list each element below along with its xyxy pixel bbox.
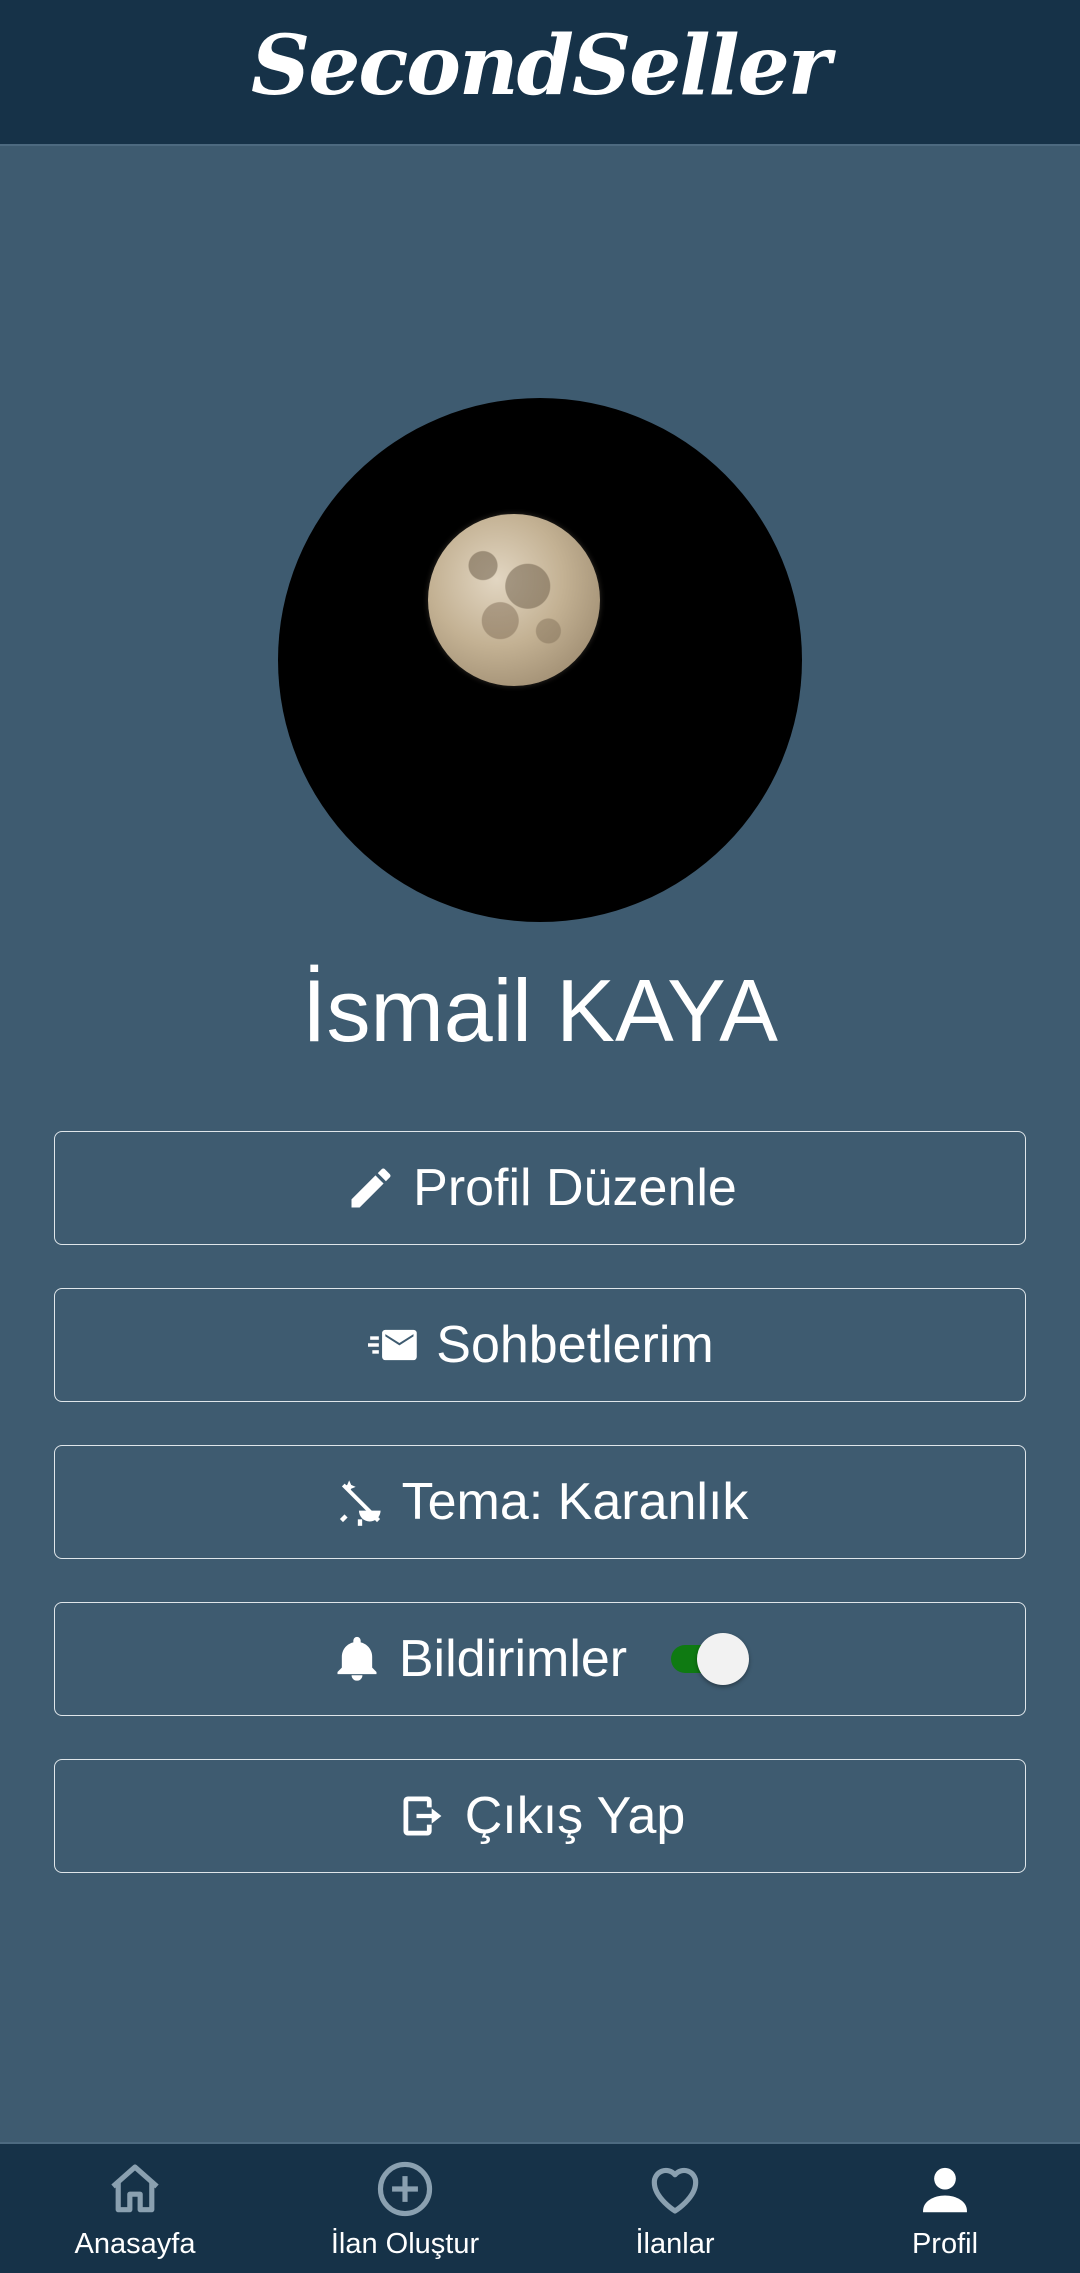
person-icon (923, 2167, 967, 2213)
avatar-moon-image (428, 514, 600, 686)
edit-profile-button[interactable]: Profil Düzenle (54, 1131, 1026, 1245)
theme-label: Tema: Karanlık (401, 1473, 749, 1531)
nav-item-listings[interactable]: İlanlar (540, 2144, 810, 2273)
bell-icon (329, 1631, 385, 1687)
bottom-navigation: Anasayfa İlan Oluştur İlanlar Profil (0, 2142, 1080, 2273)
nav-label-profile: Profil (911, 2228, 979, 2260)
logout-icon (395, 1788, 451, 1844)
theme-toggle-icon (332, 1474, 388, 1530)
pencil-icon (343, 1160, 399, 1216)
logout-button[interactable]: Çıkış Yap (54, 1759, 1026, 1873)
chats-label: Sohbetlerim (436, 1316, 714, 1374)
nav-item-profile[interactable]: Profil (810, 2144, 1080, 2273)
app-logo: SecondSeller (250, 18, 831, 114)
home-icon (111, 2164, 159, 2213)
app-header: SecondSeller (0, 0, 1080, 146)
add-circle-icon (377, 2161, 433, 2217)
nav-label-listings: İlanlar (635, 2228, 715, 2260)
notifications-row[interactable]: Bildirimler (54, 1602, 1026, 1716)
profile-name: İsmail KAYA (302, 961, 778, 1060)
fast-mail-icon (366, 1317, 422, 1373)
nav-label-create-listing: İlan Oluştur (330, 2228, 480, 2260)
nav-item-home[interactable]: Anasayfa (0, 2144, 270, 2273)
chats-button[interactable]: Sohbetlerim (54, 1288, 1026, 1402)
profile-avatar[interactable] (278, 398, 802, 922)
nav-label-home: Anasayfa (74, 2228, 196, 2260)
nav-item-create-listing[interactable]: İlan Oluştur (270, 2144, 540, 2273)
notifications-toggle[interactable] (667, 1633, 751, 1685)
notifications-label: Bildirimler (398, 1630, 628, 1688)
edit-profile-label: Profil Düzenle (413, 1159, 737, 1217)
toggle-knob (697, 1633, 750, 1685)
theme-button[interactable]: Tema: Karanlık (54, 1445, 1026, 1559)
logout-label: Çıkış Yap (464, 1787, 686, 1845)
heart-icon (651, 2167, 699, 2214)
